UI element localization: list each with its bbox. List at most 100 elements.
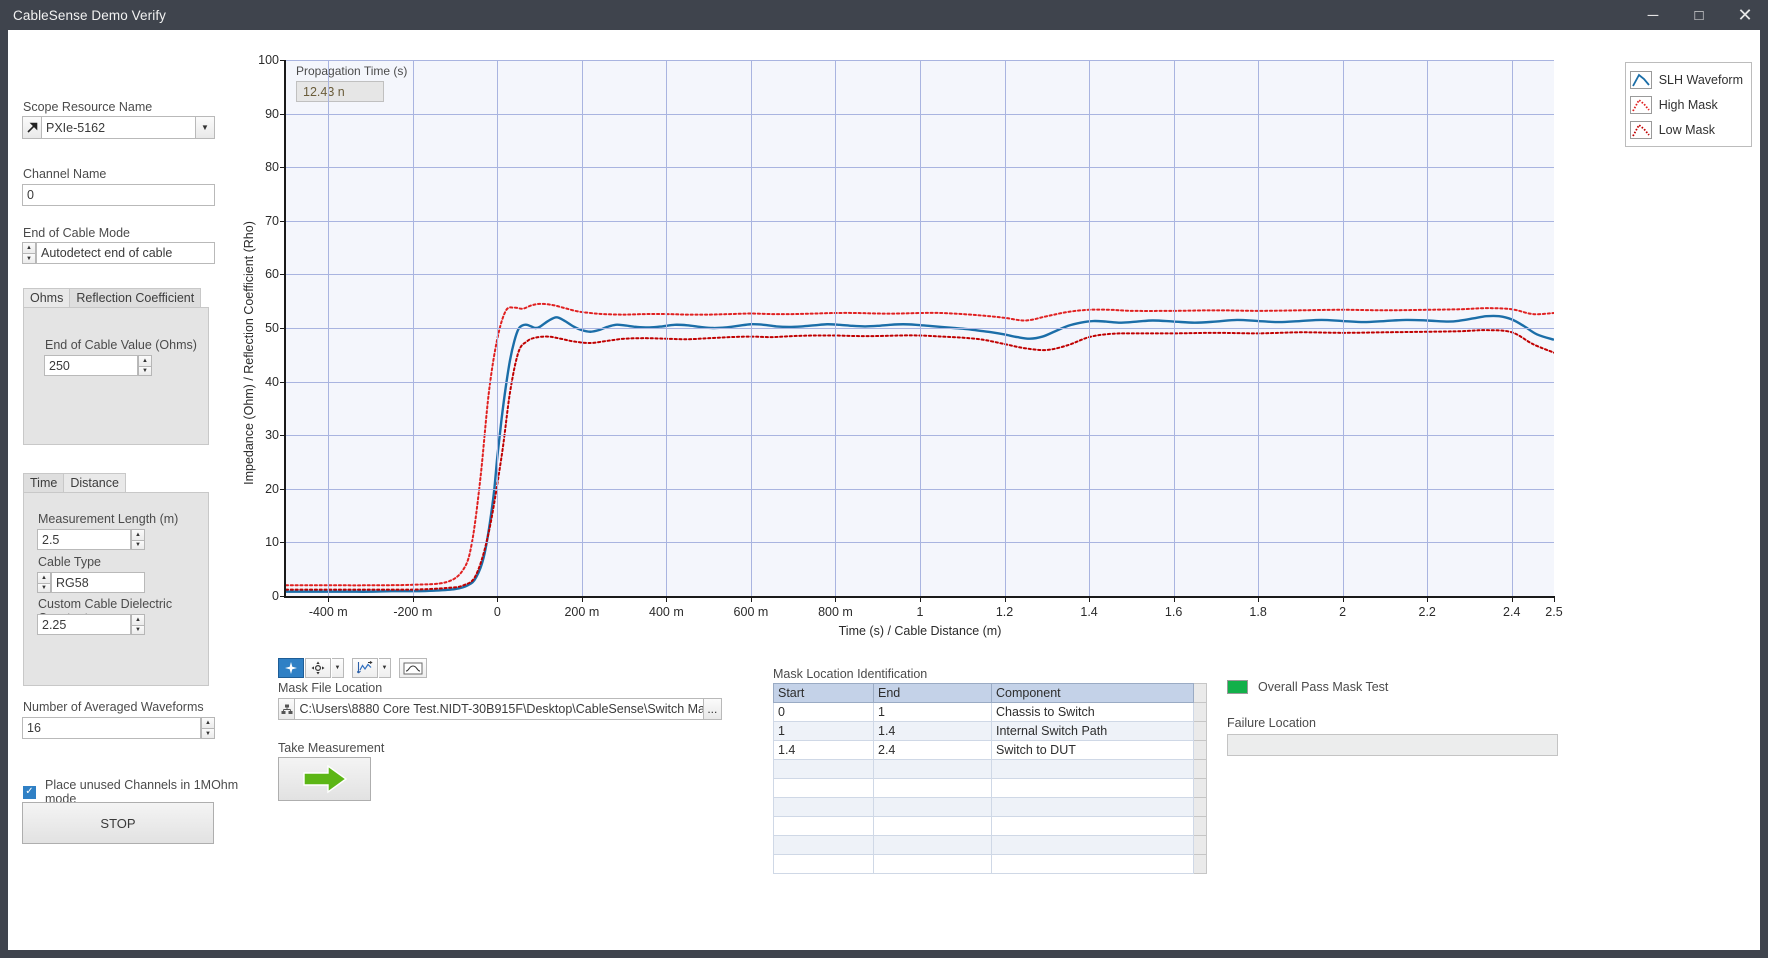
cell-start[interactable]: 1.4 — [773, 740, 874, 760]
column-header-component[interactable]: Component — [991, 683, 1194, 703]
cell-start[interactable] — [773, 759, 874, 779]
stepper-up-icon[interactable]: ▲ — [131, 614, 145, 625]
autoscale-tool-icon[interactable] — [399, 658, 427, 678]
cell-end[interactable] — [873, 797, 992, 817]
stepper-up-icon[interactable]: ▲ — [201, 717, 215, 728]
cell-start[interactable]: 0 — [773, 702, 874, 722]
mask-file-field[interactable]: C:\Users\8880 Core Test.NIDT-30B915F\Des… — [278, 698, 722, 720]
mask-file-input[interactable]: C:\Users\8880 Core Test.NIDT-30B915F\Des… — [295, 698, 704, 720]
cell-component[interactable] — [991, 835, 1194, 855]
legend-item-slh-waveform[interactable]: SLH Waveform — [1629, 67, 1743, 92]
legend-item-high-mask[interactable]: High Mask — [1629, 92, 1743, 117]
chart-plot-area[interactable]: Propagation Time (s) 12.43 n Time (s) / … — [258, 53, 1563, 638]
cable-type-input[interactable]: RG58 — [51, 572, 145, 593]
cell-component[interactable] — [991, 778, 1194, 798]
pan-tool-dropdown-icon[interactable]: ▼ — [332, 658, 344, 678]
cell-start[interactable] — [773, 778, 874, 798]
folder-path-icon[interactable] — [278, 698, 296, 720]
cell-end[interactable] — [873, 759, 992, 779]
dielectric-constant-stepper[interactable]: ▲ ▼ — [131, 614, 145, 635]
table-row[interactable]: 1.4 2.4 Switch to DUT — [773, 740, 1207, 760]
averaged-waveforms-field[interactable]: 16 ▲ ▼ — [22, 717, 215, 739]
cell-end[interactable]: 2.4 — [873, 740, 992, 760]
scope-resource-combo[interactable]: PXIe-5162 ▼ — [22, 116, 215, 139]
stepper-down-icon[interactable]: ▼ — [22, 253, 36, 264]
cell-component[interactable] — [991, 797, 1194, 817]
cell-component[interactable]: Switch to DUT — [991, 740, 1194, 760]
legend-item-low-mask[interactable]: Low Mask — [1629, 117, 1743, 142]
stepper-up-icon[interactable]: ▲ — [131, 529, 145, 540]
stepper-down-icon[interactable]: ▼ — [37, 582, 51, 593]
table-row[interactable]: 1 1.4 Internal Switch Path — [773, 721, 1207, 741]
measurement-length-stepper[interactable]: ▲ ▼ — [131, 529, 145, 550]
table-row[interactable] — [773, 854, 1207, 874]
stepper-down-icon[interactable]: ▼ — [131, 624, 145, 635]
stepper-down-icon[interactable]: ▼ — [131, 539, 145, 550]
measurement-length-field[interactable]: 2.5 ▲ ▼ — [37, 529, 145, 550]
cell-end[interactable] — [873, 854, 992, 874]
take-measurement-button[interactable] — [278, 757, 371, 801]
cell-start[interactable] — [773, 854, 874, 874]
unused-channels-checkbox[interactable]: ✓ — [23, 785, 36, 799]
table-row[interactable] — [773, 778, 1207, 798]
tab-reflection-coefficient[interactable]: Reflection Coefficient — [69, 288, 202, 308]
dielectric-constant-field[interactable]: 2.25 ▲ ▼ — [37, 614, 145, 635]
chevron-down-icon[interactable]: ▼ — [196, 116, 215, 139]
stop-button[interactable]: STOP — [22, 802, 214, 844]
cell-end[interactable] — [873, 835, 992, 855]
close-icon[interactable]: ✕ — [1722, 0, 1768, 30]
table-row[interactable]: 0 1 Chassis to Switch — [773, 702, 1207, 722]
column-header-end[interactable]: End — [873, 683, 992, 703]
cell-start[interactable] — [773, 797, 874, 817]
end-of-cable-value-field[interactable]: 250 ▲ ▼ — [44, 355, 152, 376]
minimize-icon[interactable]: ─ — [1630, 0, 1676, 30]
end-of-cable-value-stepper[interactable]: ▲ ▼ — [138, 355, 152, 376]
end-of-cable-value-input[interactable]: 250 — [44, 355, 138, 376]
table-row[interactable] — [773, 816, 1207, 836]
pan-tool-icon[interactable] — [305, 658, 331, 678]
cell-end[interactable]: 1.4 — [873, 721, 992, 741]
cell-start[interactable] — [773, 835, 874, 855]
cable-type-field[interactable]: ▲ ▼ RG58 — [37, 572, 145, 593]
table-row[interactable] — [773, 797, 1207, 817]
tab-time[interactable]: Time — [23, 473, 65, 493]
cell-component[interactable]: Internal Switch Path — [991, 721, 1194, 741]
cursor-tool-icon[interactable] — [278, 658, 304, 678]
resource-picker-icon[interactable] — [22, 116, 42, 139]
column-header-start[interactable]: Start — [773, 683, 874, 703]
cell-component[interactable] — [991, 854, 1194, 874]
table-row[interactable] — [773, 835, 1207, 855]
stepper-up-icon[interactable]: ▲ — [22, 242, 36, 253]
maximize-icon[interactable]: □ — [1676, 0, 1722, 30]
measurement-length-input[interactable]: 2.5 — [37, 529, 131, 550]
dielectric-constant-input[interactable]: 2.25 — [37, 614, 131, 635]
stepper-up-icon[interactable]: ▲ — [37, 572, 51, 583]
table-scroll-corner[interactable] — [1193, 683, 1207, 703]
stepper-up-icon[interactable]: ▲ — [138, 355, 152, 366]
end-of-cable-mode-combo[interactable]: ▲ ▼ Autodetect end of cable — [22, 242, 215, 264]
cell-component[interactable]: Chassis to Switch — [991, 702, 1194, 722]
averaged-waveforms-stepper[interactable]: ▲ ▼ — [201, 717, 215, 739]
scope-resource-value[interactable]: PXIe-5162 — [42, 116, 196, 139]
cell-end[interactable] — [873, 778, 992, 798]
zoom-tool-dropdown-icon[interactable]: ▼ — [379, 658, 391, 678]
averaged-waveforms-input[interactable]: 16 — [22, 717, 201, 739]
cell-component[interactable] — [991, 759, 1194, 779]
tab-distance[interactable]: Distance — [63, 473, 126, 493]
table-row[interactable] — [773, 759, 1207, 779]
cell-start[interactable]: 1 — [773, 721, 874, 741]
end-of-cable-mode-value[interactable]: Autodetect end of cable — [36, 242, 215, 264]
mask-location-table[interactable]: Start End Component 0 1 Chassis to Switch 1… — [773, 683, 1207, 874]
cell-component[interactable] — [991, 816, 1194, 836]
stepper-down-icon[interactable]: ▼ — [201, 728, 215, 739]
zoom-tool-icon[interactable] — [352, 658, 378, 678]
cell-end[interactable] — [873, 816, 992, 836]
channel-name-input[interactable]: 0 — [22, 184, 215, 206]
end-of-cable-mode-stepper[interactable]: ▲ ▼ — [22, 242, 36, 264]
cable-type-stepper[interactable]: ▲ ▼ — [37, 572, 51, 593]
cell-end[interactable]: 1 — [873, 702, 992, 722]
browse-button[interactable]: ... — [703, 698, 722, 720]
tab-ohms[interactable]: Ohms — [23, 288, 71, 308]
cell-start[interactable] — [773, 816, 874, 836]
stepper-down-icon[interactable]: ▼ — [138, 365, 152, 376]
